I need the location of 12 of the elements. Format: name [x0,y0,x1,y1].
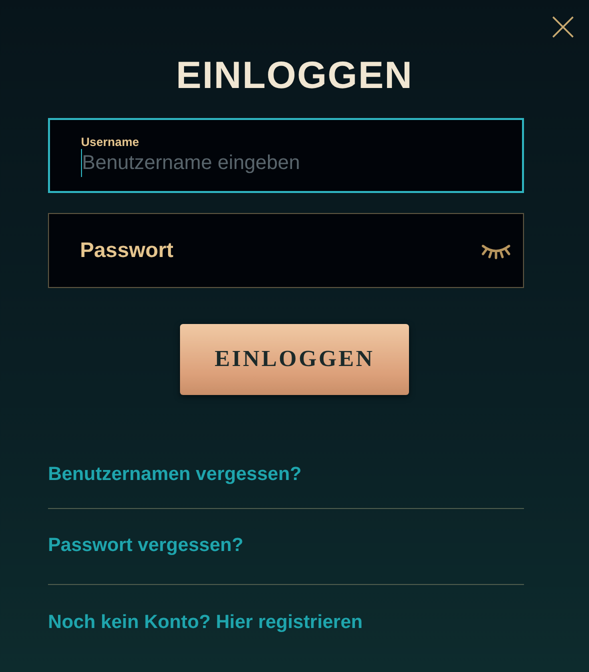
dialog-title: EINLOGGEN [176,54,414,98]
password-field[interactable]: Passwort [48,213,524,288]
login-button[interactable]: EINLOGGEN [180,324,409,395]
username-field[interactable]: Username Benutzername eingeben [48,118,524,193]
text-input[interactable]: Passwort [80,236,480,264]
field-label: Username [81,134,140,148]
link[interactable]: Benutzernamen vergessen? [48,461,302,490]
text-input[interactable]: Benutzername eingeben [81,148,481,176]
close-icon [552,16,574,38]
link[interactable]: Passwort vergessen? [48,532,244,561]
close-button[interactable] [551,15,575,39]
link[interactable]: Noch kein Konto? Hier registrieren [48,608,363,638]
